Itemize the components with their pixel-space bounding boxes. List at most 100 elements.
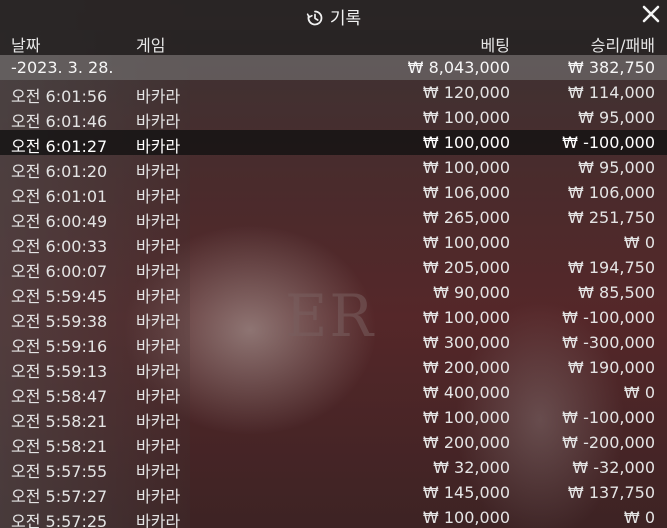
row-result: ₩ -100,000 xyxy=(562,408,655,427)
row-result: ₩ 194,750 xyxy=(567,258,655,277)
row-result: ₩ 0 xyxy=(623,383,655,402)
history-title: 기록 xyxy=(329,9,362,29)
history-row[interactable]: 오전 5:58:47 바카라 ₩ 400,000 ₩ 0 xyxy=(0,380,667,406)
row-game: 바카라 xyxy=(136,187,181,206)
column-result: 승리/패배 xyxy=(590,36,655,55)
summary-row[interactable]: -2023. 3. 28. ₩ 8,043,000 ₩ 382,750 xyxy=(0,55,667,80)
row-game: 바카라 xyxy=(136,262,181,281)
row-bet: ₩ 400,000 xyxy=(422,383,510,402)
row-bet: ₩ 205,000 xyxy=(422,258,510,277)
row-time: 오전 6:01:01 xyxy=(11,187,108,206)
history-row[interactable]: 오전 5:57:55 바카라 ₩ 32,000 ₩ -32,000 xyxy=(0,455,667,481)
row-time: 오전 5:59:38 xyxy=(11,312,108,331)
row-game: 바카라 xyxy=(136,487,181,506)
row-game: 바카라 xyxy=(136,462,181,481)
row-time: 오전 5:58:21 xyxy=(11,412,108,431)
row-result: ₩ 190,000 xyxy=(567,358,655,377)
row-bet: ₩ 300,000 xyxy=(422,333,510,352)
history-row[interactable]: 오전 6:01:27 바카라 ₩ 100,000 ₩ -100,000 xyxy=(0,130,667,156)
row-time: 오전 5:57:55 xyxy=(11,462,108,481)
row-game: 바카라 xyxy=(136,387,181,406)
row-bet: ₩ 100,000 xyxy=(422,158,510,177)
history-header: 기록 xyxy=(0,0,667,30)
row-bet: ₩ 100,000 xyxy=(422,508,510,527)
history-row[interactable]: 오전 6:01:46 바카라 ₩ 100,000 ₩ 95,000 xyxy=(0,105,667,131)
row-game: 바카라 xyxy=(136,212,181,231)
row-game: 바카라 xyxy=(136,412,181,431)
row-game: 바카라 xyxy=(136,337,181,356)
row-bet: ₩ 145,000 xyxy=(422,483,510,502)
row-game: 바카라 xyxy=(136,362,181,381)
history-title-wrap: 기록 xyxy=(0,4,667,29)
row-result: ₩ -100,000 xyxy=(562,133,655,152)
row-bet: ₩ 106,000 xyxy=(422,183,510,202)
history-row[interactable]: 오전 6:00:07 바카라 ₩ 205,000 ₩ 194,750 xyxy=(0,255,667,281)
column-date: 날짜 xyxy=(11,36,41,55)
row-time: 오전 5:59:16 xyxy=(11,337,108,356)
row-result: ₩ 0 xyxy=(623,508,655,527)
row-bet: ₩ 120,000 xyxy=(422,83,510,102)
row-game: 바카라 xyxy=(136,112,181,131)
history-row[interactable]: 오전 5:59:38 바카라 ₩ 100,000 ₩ -100,000 xyxy=(0,305,667,331)
row-bet: ₩ 100,000 xyxy=(422,408,510,427)
row-time: 오전 5:57:25 xyxy=(11,512,108,528)
row-result: ₩ 95,000 xyxy=(578,108,655,127)
history-row[interactable]: 오전 6:01:01 바카라 ₩ 106,000 ₩ 106,000 xyxy=(0,180,667,206)
row-bet: ₩ 32,000 xyxy=(433,458,510,477)
history-row[interactable]: 오전 5:59:13 바카라 ₩ 200,000 ₩ 190,000 xyxy=(0,355,667,381)
history-row[interactable]: 오전 6:00:49 바카라 ₩ 265,000 ₩ 251,750 xyxy=(0,205,667,231)
row-game: 바카라 xyxy=(136,162,181,181)
row-game: 바카라 xyxy=(136,512,181,528)
history-row[interactable]: 오전 5:57:25 바카라 ₩ 100,000 ₩ 0 xyxy=(0,505,667,528)
row-game: 바카라 xyxy=(136,437,181,456)
summary-bet: ₩ 8,043,000 xyxy=(407,58,510,77)
history-row[interactable]: 오전 5:57:27 바카라 ₩ 145,000 ₩ 137,750 xyxy=(0,480,667,506)
column-header-row: 날짜 게임 베팅 승리/패배 xyxy=(0,30,667,55)
row-game: 바카라 xyxy=(136,312,181,331)
row-game: 바카라 xyxy=(136,137,181,156)
column-bet: 베팅 xyxy=(480,36,510,55)
row-bet: ₩ 90,000 xyxy=(433,283,510,302)
row-result: ₩ 106,000 xyxy=(567,183,655,202)
row-time: 오전 5:58:47 xyxy=(11,387,108,406)
row-time: 오전 6:01:20 xyxy=(11,162,108,181)
row-game: 바카라 xyxy=(136,287,181,306)
history-row[interactable]: 오전 5:59:45 바카라 ₩ 90,000 ₩ 85,500 xyxy=(0,280,667,306)
row-time: 오전 6:00:07 xyxy=(11,262,108,281)
history-panel: ER 기록 날짜 게임 베팅 승리/패배 -2023. 3. 28. ₩ 8,0… xyxy=(0,0,667,528)
row-bet: ₩ 100,000 xyxy=(422,133,510,152)
summary-date: -2023. 3. 28. xyxy=(11,58,114,77)
row-result: ₩ 251,750 xyxy=(567,208,655,227)
row-result: ₩ 0 xyxy=(623,233,655,252)
row-time: 오전 5:59:13 xyxy=(11,362,108,381)
row-result: ₩ 85,500 xyxy=(578,283,655,302)
column-game: 게임 xyxy=(136,36,166,55)
row-time: 오전 5:57:27 xyxy=(11,487,108,506)
row-time: 오전 5:59:45 xyxy=(11,287,108,306)
row-time: 오전 5:58:21 xyxy=(11,437,108,456)
close-icon xyxy=(642,5,660,23)
row-bet: ₩ 265,000 xyxy=(422,208,510,227)
row-result: ₩ -200,000 xyxy=(562,433,655,452)
close-button[interactable] xyxy=(639,2,663,26)
history-row[interactable]: 오전 6:01:56 바카라 ₩ 120,000 ₩ 114,000 xyxy=(0,80,667,106)
row-result: ₩ -300,000 xyxy=(562,333,655,352)
row-bet: ₩ 100,000 xyxy=(422,108,510,127)
history-row[interactable]: 오전 5:59:16 바카라 ₩ 300,000 ₩ -300,000 xyxy=(0,330,667,356)
row-bet: ₩ 100,000 xyxy=(422,233,510,252)
history-row[interactable]: 오전 5:58:21 바카라 ₩ 100,000 ₩ -100,000 xyxy=(0,405,667,431)
row-result: ₩ 114,000 xyxy=(567,83,655,102)
row-result: ₩ 137,750 xyxy=(567,483,655,502)
row-time: 오전 6:00:49 xyxy=(11,212,108,231)
row-bet: ₩ 200,000 xyxy=(422,433,510,452)
row-time: 오전 6:01:56 xyxy=(11,87,108,106)
row-time: 오전 6:00:33 xyxy=(11,237,108,256)
history-row[interactable]: 오전 6:00:33 바카라 ₩ 100,000 ₩ 0 xyxy=(0,230,667,256)
row-time: 오전 6:01:46 xyxy=(11,112,108,131)
row-game: 바카라 xyxy=(136,87,181,106)
row-time: 오전 6:01:27 xyxy=(11,137,108,156)
history-row[interactable]: 오전 6:01:20 바카라 ₩ 100,000 ₩ 95,000 xyxy=(0,155,667,181)
row-result: ₩ -100,000 xyxy=(562,308,655,327)
history-row[interactable]: 오전 5:58:21 바카라 ₩ 200,000 ₩ -200,000 xyxy=(0,430,667,456)
history-icon xyxy=(306,10,323,26)
